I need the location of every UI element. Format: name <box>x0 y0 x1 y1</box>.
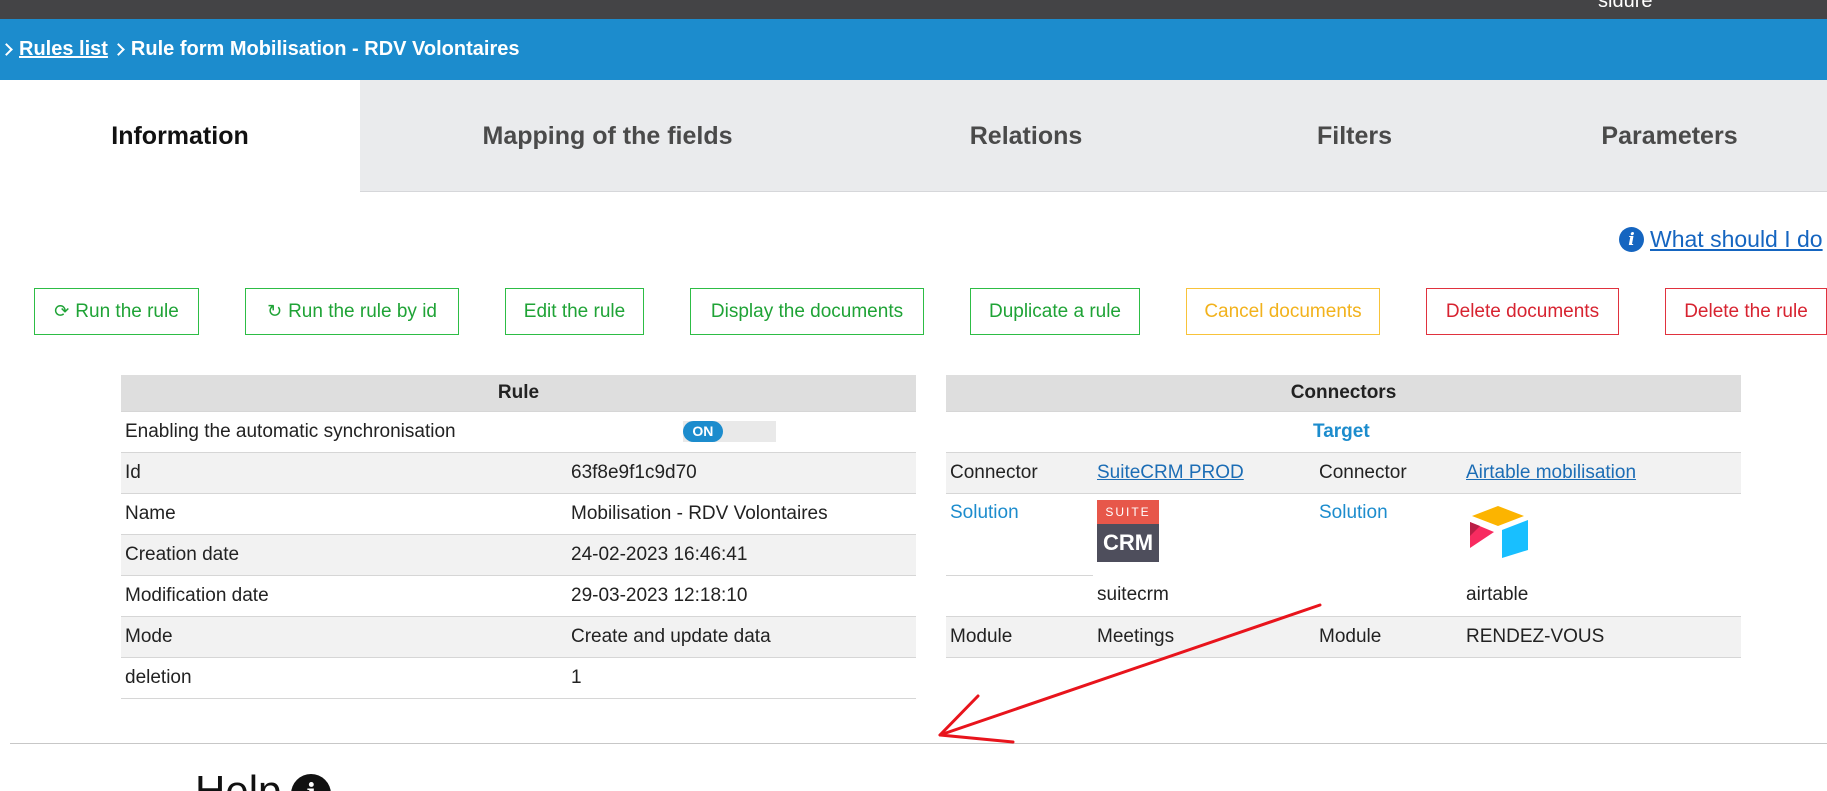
run-rule-button[interactable]: ⟳ Run the rule <box>34 288 199 335</box>
rule-row-value: Mobilisation - RDV Volontaires <box>567 492 916 534</box>
breadcrumb-rules-list-link[interactable]: Rules list <box>19 38 108 61</box>
source-module-value: Meetings <box>1093 615 1315 658</box>
source-connector-link[interactable]: SuiteCRM PROD <box>1097 462 1244 483</box>
rule-row-label: Mode <box>121 615 567 657</box>
chevron-right-icon <box>112 43 125 56</box>
chevron-right-icon <box>0 43 13 56</box>
tab-information[interactable]: Information <box>0 80 360 193</box>
user-name-fragment[interactable]: sidure <box>1598 0 1652 13</box>
rule-row-label: Creation date <box>121 533 567 575</box>
connectors-table: Connectors Target Connector SuiteCRM PRO… <box>946 375 1741 658</box>
source-module-label: Module <box>946 615 1093 658</box>
target-connector-link[interactable]: Airtable mobilisation <box>1466 462 1636 483</box>
display-documents-button[interactable]: Display the documents <box>690 288 924 335</box>
delete-documents-button[interactable]: Delete documents <box>1426 288 1619 335</box>
info-icon: i <box>1619 227 1644 252</box>
target-module-label: Module <box>1315 615 1462 658</box>
rule-table-header: Rule <box>121 375 916 411</box>
run-rule-by-id-label: Run the rule by id <box>288 300 437 322</box>
suitecrm-logo: SUITE CRM <box>1097 499 1159 562</box>
target-module-value: RENDEZ-VOUS <box>1462 615 1741 658</box>
target-connector-label: Connector <box>1315 451 1462 493</box>
rule-row-value: 24-02-2023 16:46:41 <box>567 533 916 575</box>
rule-row-value: 63f8e9f1c9d70 <box>567 451 916 493</box>
tab-filters[interactable]: Filters <box>1197 80 1512 192</box>
run-rule-by-id-button[interactable]: ↻ Run the rule by id <box>245 288 459 335</box>
sync-icon: ⟳ <box>54 301 70 321</box>
sync-label: Enabling the automatic synchronisation <box>125 420 456 442</box>
tab-mapping[interactable]: Mapping of the fields <box>360 80 855 192</box>
info-icon: i <box>291 773 332 791</box>
connectors-table-header: Connectors <box>946 375 1741 411</box>
rule-row-label: Name <box>121 492 567 534</box>
toggle-on-label: ON <box>682 420 723 442</box>
help-section-title: Helpi <box>195 767 332 791</box>
suitecrm-logo-bottom: CRM <box>1097 523 1159 562</box>
duplicate-rule-button[interactable]: Duplicate a rule <box>970 288 1140 335</box>
rule-row-value: Create and update data <box>567 615 916 657</box>
refresh-icon: ↻ <box>266 301 283 321</box>
target-label-text: Target <box>1313 420 1370 442</box>
help-link[interactable]: i What should I do <box>1619 226 1823 253</box>
tab-parameters[interactable]: Parameters <box>1512 80 1827 192</box>
sync-row: Enabling the automatic synchronisation O… <box>121 410 916 452</box>
cancel-documents-button[interactable]: Cancel documents <box>1186 288 1380 335</box>
help-link-label: What should I do <box>1650 226 1823 252</box>
rule-row-label: deletion <box>121 656 567 699</box>
delete-rule-button[interactable]: Delete the rule <box>1665 288 1827 335</box>
edit-rule-button[interactable]: Edit the rule <box>505 288 644 335</box>
source-connector-label: Connector <box>946 451 1093 493</box>
rule-row-value: 29-03-2023 12:18:10 <box>567 574 916 616</box>
rule-row-label: Modification date <box>121 574 567 616</box>
target-label: Target <box>1313 410 1741 452</box>
source-solution-label: Solution <box>946 492 1093 575</box>
rule-row-label: Id <box>121 451 567 493</box>
target-solution-name: airtable <box>1466 584 1529 606</box>
airtable-logo <box>1470 505 1528 558</box>
help-title-text: Help <box>195 767 282 791</box>
source-solution-name: suitecrm <box>1097 584 1169 606</box>
top-bar: sidure <box>0 0 1827 19</box>
suitecrm-logo-top: SUITE <box>1097 499 1159 524</box>
tab-relations[interactable]: Relations <box>855 80 1197 192</box>
tab-bar: Information Mapping of the fields Relati… <box>0 80 1827 193</box>
target-solution-label: Solution <box>1315 492 1462 575</box>
rule-row-value: 1 <box>567 656 916 699</box>
section-divider <box>10 743 1827 744</box>
breadcrumb-current: Rule form Mobilisation - RDV Volontaires <box>130 38 520 60</box>
run-rule-label: Run the rule <box>75 300 179 322</box>
rule-table: Rule Enabling the automatic synchronisat… <box>121 375 916 699</box>
sync-toggle[interactable]: ON <box>682 420 776 442</box>
breadcrumb: Rules list Rule form Mobilisation - RDV … <box>0 19 1827 80</box>
